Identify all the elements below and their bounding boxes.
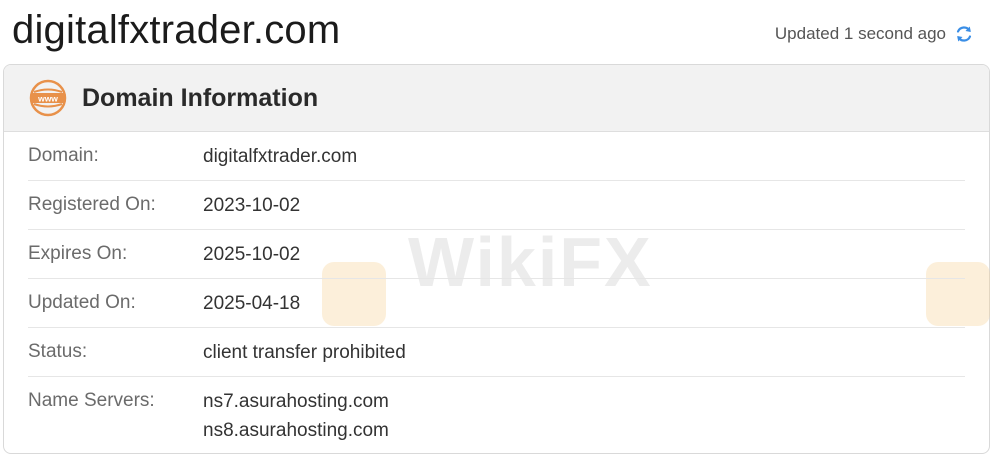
- row-value: client transfer prohibited: [203, 326, 406, 367]
- row-value: 2023-10-02: [203, 179, 300, 220]
- info-row-domain: Domain: digitalfxtrader.com: [28, 132, 965, 181]
- info-row-status: Status: client transfer prohibited: [28, 328, 965, 377]
- card-title: Domain Information: [82, 83, 319, 112]
- updated-text: Updated 1 second ago: [774, 24, 946, 43]
- name-server-2: ns8.asurahosting.com: [203, 420, 389, 441]
- name-server-1: ns7.asurahosting.com: [203, 391, 389, 412]
- row-value: 2025-04-18: [203, 277, 300, 318]
- row-value: 2025-10-02: [203, 228, 300, 269]
- domain-info-card: www Domain Information Domain: digitalfx…: [3, 64, 990, 454]
- row-label: Status:: [28, 341, 88, 362]
- page-title: digitalfxtrader.com: [12, 8, 341, 52]
- status-value: client transfer prohibited: [203, 342, 406, 363]
- info-row-registered: Registered On: 2023-10-02: [28, 181, 965, 230]
- card-header: www Domain Information: [4, 65, 989, 132]
- refresh-icon[interactable]: [954, 24, 974, 44]
- row-label: Name Servers:: [28, 390, 155, 411]
- registered-value: 2023-10-02: [203, 195, 301, 216]
- info-row-updated: Updated On: 2025-04-18: [28, 279, 965, 328]
- row-value: ns7.asurahosting.com ns8.asurahosting.co…: [203, 375, 389, 445]
- row-label: Domain:: [28, 145, 99, 166]
- update-status: Updated 1 second ago: [775, 24, 974, 44]
- row-label: Updated On:: [28, 292, 136, 313]
- row-label: Registered On:: [28, 194, 156, 215]
- row-label: Expires On:: [28, 243, 128, 264]
- svg-text:www: www: [37, 94, 58, 104]
- www-icon: www: [28, 78, 68, 118]
- domain-value: digitalfxtrader.com: [203, 146, 358, 167]
- row-value: digitalfxtrader.com: [203, 130, 357, 171]
- updated-value: 2025-04-18: [203, 293, 301, 314]
- info-row-name-servers: Name Servers: ns7.asurahosting.com ns8.a…: [28, 375, 965, 453]
- info-row-expires: Expires On: 2025-10-02: [28, 230, 965, 279]
- info-rows: Domain: digitalfxtrader.com Registered O…: [4, 132, 989, 453]
- expires-value: 2025-10-02: [203, 244, 301, 265]
